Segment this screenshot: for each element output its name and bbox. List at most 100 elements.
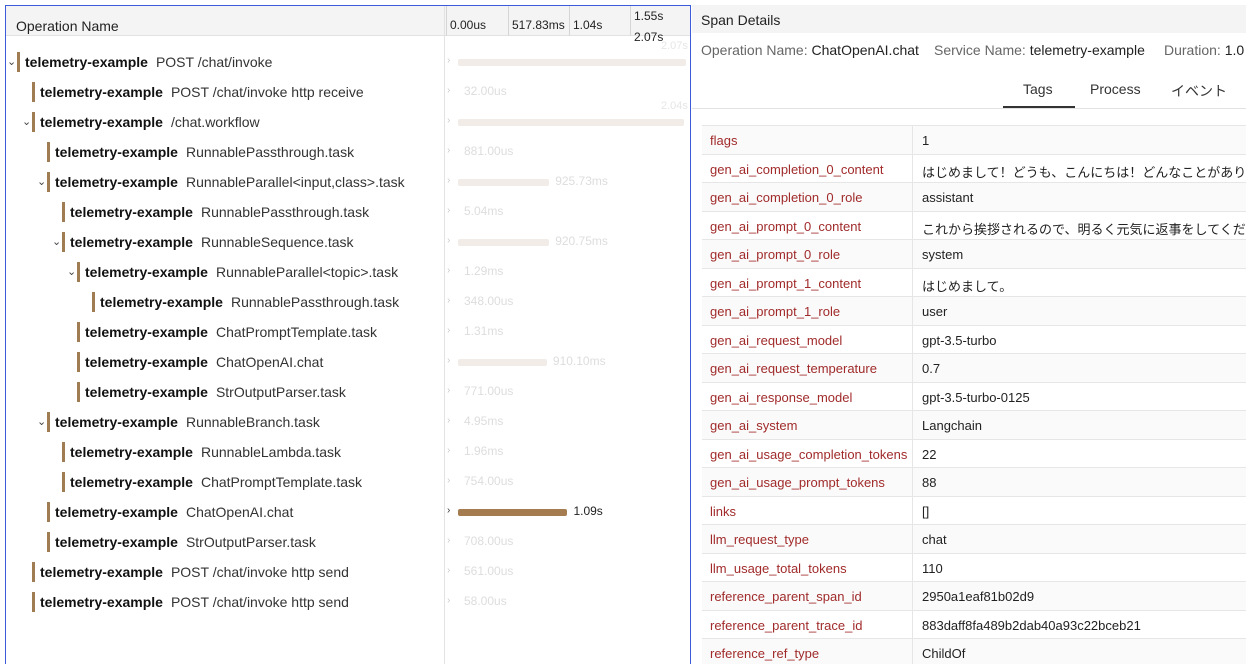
tag-value: [] — [922, 503, 930, 519]
span-row[interactable]: ⌄ telemetry-example RunnableParallel<topic… — [6, 257, 690, 287]
span-duration-bar[interactable] — [458, 509, 568, 516]
operation-name: /chat.workflow — [170, 114, 260, 130]
span-row[interactable]: ⌄ telemetry-example RunnableParallel<input… — [6, 167, 690, 197]
span-row[interactable]: telemetry-example POST /chat/invoke http … — [6, 587, 690, 617]
bar-chevron-icon: › — [447, 295, 451, 306]
span-name: telemetry-example StrOutputParser.task — [77, 377, 346, 407]
expand-chevron-icon[interactable]: ⌄ — [22, 115, 31, 128]
tag-row[interactable]: reference_parent_trace_id 883daff8fa489b2… — [702, 610, 1246, 639]
service-color-marker — [32, 592, 35, 612]
span-duration-label: 4.95ms — [464, 414, 504, 428]
tag-divider — [912, 639, 913, 664]
tick-line — [508, 6, 509, 36]
bar-chevron-icon: › — [447, 475, 451, 486]
span-name: telemetry-example RunnablePassthrough.tas… — [47, 137, 354, 167]
span-duration-label: 2.07s — [661, 40, 688, 52]
expand-chevron-icon[interactable]: ⌄ — [52, 235, 61, 248]
tag-value: Langchain — [922, 418, 982, 433]
service-color-marker — [32, 82, 35, 102]
tag-row[interactable]: gen_ai_usage_prompt_tokens 88 — [702, 468, 1246, 497]
tag-row[interactable]: gen_ai_completion_0_role assistant — [702, 183, 1246, 212]
span-row[interactable]: telemetry-example StrOutputParser.task › 77… — [6, 377, 690, 407]
span-row[interactable]: telemetry-example ChatPromptTemplate.task… — [6, 317, 690, 347]
tag-row[interactable]: gen_ai_prompt_1_content はじめまして。 — [702, 268, 1246, 297]
tag-value: はじめまして。 — [922, 278, 1013, 294]
tag-row[interactable]: reference_parent_span_id 2950a1eaf81b02d9 — [702, 582, 1246, 611]
span-row[interactable]: ⌄ telemetry-example RunnableSequence.task ›… — [6, 227, 690, 257]
expand-chevron-icon[interactable]: ⌄ — [67, 265, 76, 278]
span-row[interactable]: telemetry-example ChatOpenAI.chat › 1.09s — [6, 497, 690, 527]
tag-divider — [912, 240, 913, 269]
span-row[interactable]: telemetry-example ChatPromptTemplate.task… — [6, 467, 690, 497]
bar-chevron-icon: › — [447, 235, 451, 246]
tag-row[interactable]: gen_ai_prompt_1_role user — [702, 297, 1246, 326]
span-name: telemetry-example/chat.workflow — [32, 107, 260, 137]
service-name: telemetry-example — [70, 204, 193, 220]
bar-chevron-icon: › — [447, 445, 451, 456]
span-duration-bar[interactable] — [458, 239, 550, 246]
service-name-label: Service Name: — [934, 42, 1026, 58]
service-name: telemetry-example — [85, 384, 208, 400]
operation-name-column-header: Operation Name — [16, 18, 119, 34]
span-duration-label: 754.00us — [464, 474, 514, 488]
tag-divider — [912, 525, 913, 554]
tag-row[interactable]: llm_usage_total_tokens 110 — [702, 553, 1246, 582]
span-duration-bar[interactable] — [458, 359, 547, 366]
tag-key: llm_usage_total_tokens — [710, 560, 847, 576]
tag-row[interactable]: flags 1 — [702, 126, 1246, 155]
tag-divider — [912, 468, 913, 497]
tag-row[interactable]: gen_ai_response_model gpt-3.5-turbo-0125 — [702, 382, 1246, 411]
operation-name: POST /chat/invoke http send — [170, 564, 349, 580]
span-row[interactable]: ⌄ telemetry-example RunnableBranch.task › 4.… — [6, 407, 690, 437]
span-row[interactable]: telemetry-example StrOutputParser.task › 70… — [6, 527, 690, 557]
operation-name-meta: Operation Name: ChatOpenAI.chat — [701, 42, 919, 58]
span-row[interactable]: telemetry-example RunnableLambda.task › 1.9… — [6, 437, 690, 467]
service-color-marker — [62, 202, 65, 222]
span-details-panel: Span Details Operation Name: ChatOpenAI.… — [692, 5, 1246, 664]
tag-value: assistant — [922, 190, 974, 205]
tick-line — [446, 6, 447, 36]
tag-row[interactable]: gen_ai_usage_completion_tokens 22 — [702, 439, 1246, 468]
tag-row[interactable]: gen_ai_request_temperature 0.7 — [702, 354, 1246, 383]
bar-chevron-icon: › — [447, 85, 451, 96]
tag-row[interactable]: llm_request_type chat — [702, 525, 1246, 554]
span-duration-label: 561.00us — [464, 564, 514, 578]
span-duration-label: 1.09s — [573, 504, 603, 518]
span-row[interactable]: telemetry-example RunnablePassthrough.tas… — [6, 287, 690, 317]
timeline-header: Operation Name 0.00us 517.83ms 1.04s 1.55s 2… — [6, 6, 690, 44]
time-tick-label: 0.00us — [450, 18, 487, 32]
expand-chevron-icon[interactable]: ⌄ — [37, 415, 46, 428]
span-name: telemetry-example RunnableBranch.task — [47, 407, 320, 437]
tag-row[interactable]: gen_ai_request_model gpt-3.5-turbo — [702, 325, 1246, 354]
span-row[interactable]: telemetry-example POST /chat/invoke http … — [6, 557, 690, 587]
tick-line — [569, 6, 570, 36]
span-row[interactable]: telemetry-example RunnablePassthrough.tas… — [6, 197, 690, 227]
service-name-value: telemetry-example — [1029, 42, 1145, 58]
tab-process[interactable]: Process — [1090, 81, 1141, 97]
span-duration-bar[interactable] — [458, 119, 684, 126]
tag-row[interactable]: reference_ref_type ChildOf — [702, 639, 1246, 664]
bar-chevron-icon: › — [447, 55, 451, 66]
tab-events[interactable]: イベント — [1171, 81, 1227, 101]
tag-value: これから挨拶されるので、明るく元気に返事をしてくだ — [922, 221, 1246, 237]
tag-row[interactable]: gen_ai_prompt_0_content これから挨拶されるので、明るく元気… — [702, 211, 1246, 240]
tag-value: はじめまして！どうも、こんにちは！どんなことがあり — [922, 164, 1246, 180]
span-row[interactable]: ⌄ telemetry-example/chat.workflow › 2.04s — [6, 100, 690, 137]
tag-row[interactable]: links [] — [702, 496, 1246, 525]
tag-key: gen_ai_system — [710, 418, 798, 433]
span-duration-bar[interactable] — [458, 59, 686, 66]
span-row[interactable]: telemetry-example RunnablePassthrough.tas… — [6, 137, 690, 167]
span-row[interactable]: telemetry-example POST /chat/invoke http … — [6, 77, 690, 107]
tag-row[interactable]: gen_ai_system Langchain — [702, 411, 1246, 440]
tag-row[interactable]: gen_ai_completion_0_content はじめまして！どうも、こん… — [702, 154, 1246, 183]
tag-key: llm_request_type — [710, 532, 809, 547]
tab-tags[interactable]: Tags — [1023, 81, 1053, 97]
span-row[interactable]: ⌄ telemetry-example POST /chat/invoke › 2.07… — [6, 40, 690, 77]
span-row[interactable]: telemetry-example ChatOpenAI.chat › 910.10m… — [6, 347, 690, 377]
tag-key: gen_ai_prompt_1_content — [710, 275, 862, 291]
tag-row[interactable]: gen_ai_prompt_0_role system — [702, 240, 1246, 269]
operation-name: POST /chat/invoke http receive — [170, 84, 364, 100]
span-duration-bar[interactable] — [458, 179, 550, 186]
expand-chevron-icon[interactable]: ⌄ — [7, 55, 16, 68]
expand-chevron-icon[interactable]: ⌄ — [37, 175, 46, 188]
